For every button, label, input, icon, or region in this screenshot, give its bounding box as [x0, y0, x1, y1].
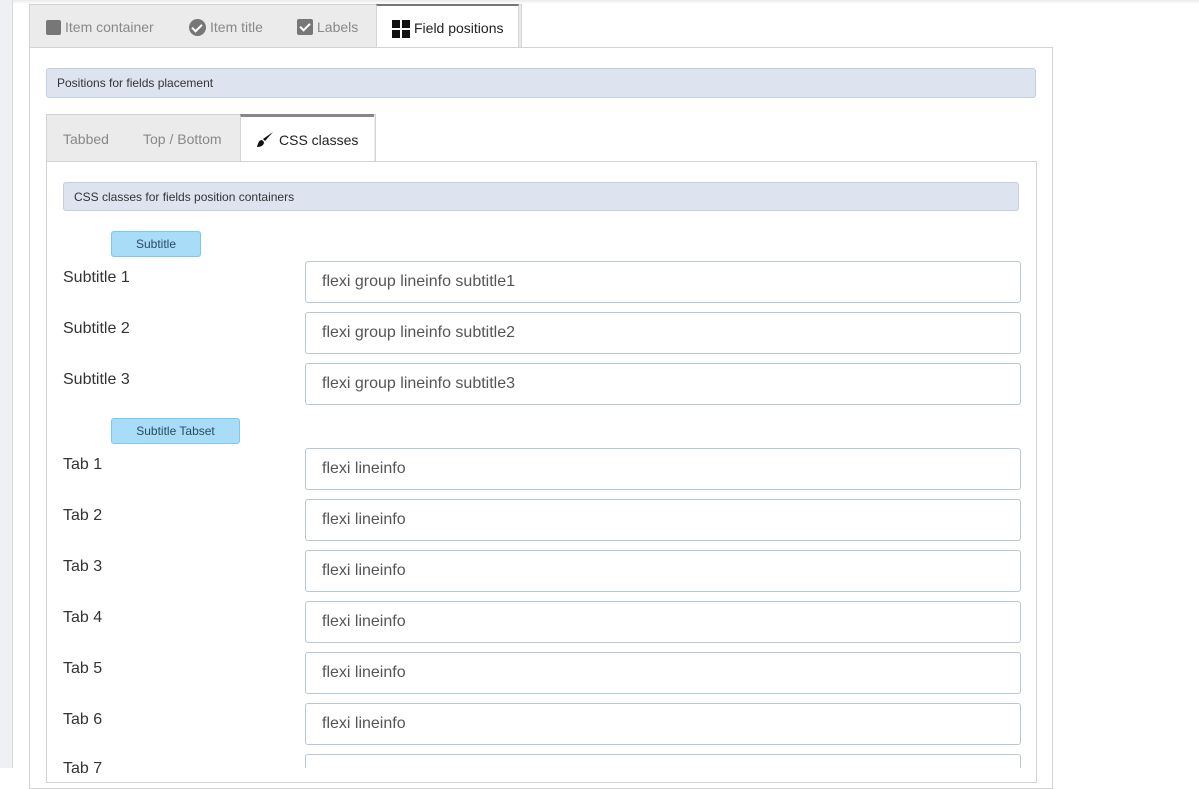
subtitle-badge-text: Subtitle [135, 237, 177, 251]
tab-item-container[interactable]: Item container [46, 5, 154, 49]
tab-1-label: Tab 1 [63, 456, 103, 473]
checkbox-icon [297, 19, 313, 35]
subtitle-1-label: Subtitle 1 [63, 269, 130, 286]
tab-3-label: Tab 3 [63, 558, 103, 575]
tab-tabbed-label: Tabbed [63, 131, 109, 147]
tab-6-label: Tab 6 [63, 711, 103, 728]
outer-tab-bar: Item container Item title Labels Field p… [29, 4, 522, 49]
tab-3-input[interactable] [305, 550, 1021, 592]
subtitle-tabset-badge: Subtitle Tabset [111, 418, 240, 444]
tab-2-label: Tab 2 [63, 507, 103, 524]
subtitle-3-input[interactable] [305, 363, 1021, 405]
subtitle-tabset-badge-text: Subtitle Tabset [136, 424, 215, 438]
tab-7-input[interactable] [305, 754, 1021, 768]
subtitle-2-label: Subtitle 2 [63, 320, 130, 337]
tab-labels-label: Labels [317, 19, 359, 35]
tab-4-input[interactable] [305, 601, 1021, 643]
grid-icon [392, 19, 410, 38]
tab-item-container-label: Item container [65, 19, 154, 35]
tab-field-positions-label: Field positions [414, 19, 504, 36]
tab-4-label: Tab 4 [63, 609, 103, 626]
tab-labels[interactable]: Labels [297, 5, 358, 49]
positions-header-text: Positions for fields placement [57, 76, 214, 90]
tab-5-label: Tab 5 [63, 660, 103, 677]
positions-header-bar: Positions for fields placement [46, 68, 1036, 98]
subtitle-2-input[interactable] [305, 312, 1021, 354]
tab-tabbed[interactable]: Tabbed [63, 115, 109, 163]
tab-5-input[interactable] [305, 652, 1021, 694]
brush-icon [257, 132, 273, 147]
tab-item-title-label: Item title [210, 19, 263, 35]
css-header-text: CSS classes for fields position containe… [74, 189, 295, 204]
tab-css-classes-label: CSS classes [279, 132, 359, 148]
tab-css-classes[interactable]: CSS classes [240, 114, 374, 163]
tab-field-positions[interactable]: Field positions [376, 4, 519, 49]
subtitle-1-input[interactable] [305, 261, 1021, 303]
tab-top-bottom-label: Top / Bottom [143, 131, 222, 147]
square-icon [46, 19, 61, 35]
css-header-bar: CSS classes for fields position containe… [63, 182, 1019, 211]
subtitle-badge: Subtitle [111, 231, 201, 257]
inner-tab-bar: Tabbed Top / Bottom CSS classes [46, 114, 376, 163]
tab-1-input[interactable] [305, 448, 1021, 490]
tab-top-bottom[interactable]: Top / Bottom [143, 115, 222, 163]
left-sidebar-strip [0, 0, 13, 768]
circle-check-icon [189, 18, 206, 36]
tab-2-input[interactable] [305, 499, 1021, 541]
tab-7-label: Tab 7 [63, 760, 103, 777]
tab-item-title[interactable]: Item title [189, 5, 263, 49]
tab-6-input[interactable] [305, 703, 1021, 745]
subtitle-3-label: Subtitle 3 [63, 371, 130, 388]
